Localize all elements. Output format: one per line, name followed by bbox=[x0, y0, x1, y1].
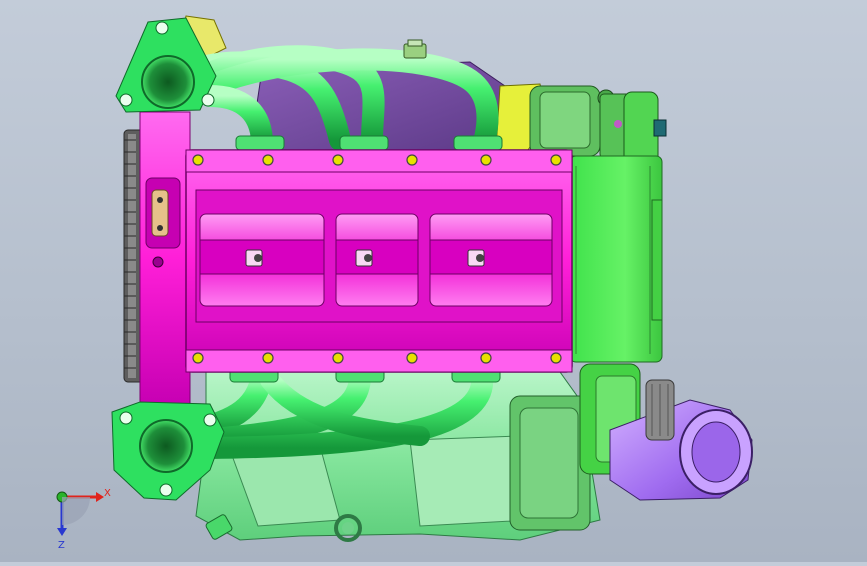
intake-runner-2[interactable] bbox=[335, 213, 419, 307]
exhaust-port-stubs-top bbox=[235, 135, 503, 151]
3d-model-viewport[interactable]: X Z bbox=[0, 0, 867, 562]
intake-runner-3[interactable] bbox=[429, 213, 553, 307]
timing-cover-plate[interactable] bbox=[139, 111, 191, 405]
triad-z-label: Z bbox=[58, 540, 65, 551]
coordinate-triad bbox=[56, 491, 104, 536]
top-nut[interactable] bbox=[403, 39, 427, 59]
triad-x-label: X bbox=[104, 488, 111, 499]
intake-runner-1[interactable] bbox=[199, 213, 325, 307]
gearbox-housing[interactable] bbox=[569, 155, 663, 363]
